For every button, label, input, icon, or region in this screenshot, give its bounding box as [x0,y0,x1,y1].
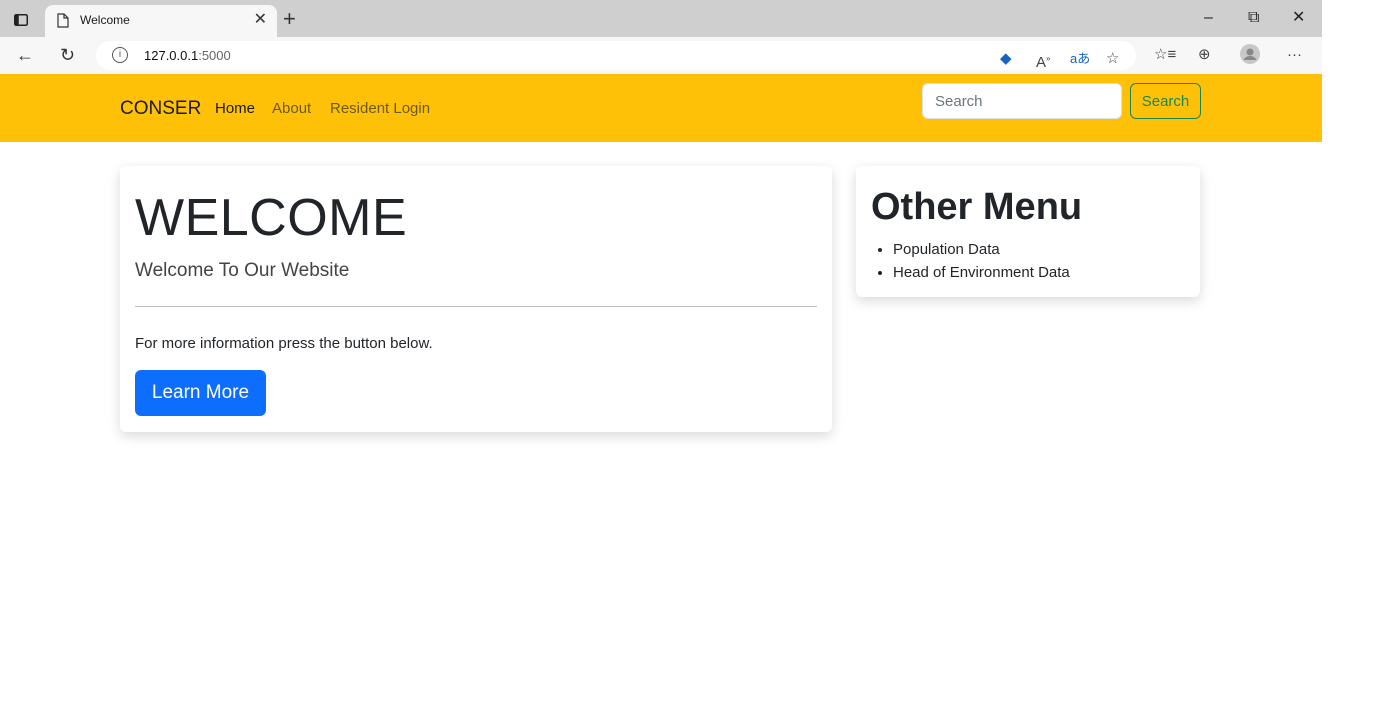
favorite-add-icon[interactable]: ☆ [1106,50,1119,68]
info-text: For more information press the button be… [135,335,433,352]
info-icon[interactable]: i [112,47,128,63]
url-text: 127.0.0.1:5000 [144,48,231,63]
menu-item-population-data[interactable]: Population Data [893,238,1070,261]
tag-icon[interactable]: ◆ [1000,50,1012,68]
other-menu-card: Other Menu Population Data Head of Envir… [856,166,1200,297]
more-icon[interactable]: ··· [1287,46,1302,64]
plus-icon[interactable]: + [283,8,296,30]
browser-tab[interactable]: Welcome ✕ [45,5,277,37]
search-input[interactable] [922,83,1122,119]
profile-icon[interactable] [1240,44,1260,69]
page-icon [57,13,69,33]
refresh-icon[interactable]: ↻ [60,45,75,65]
minimize-icon[interactable]: – [1204,8,1213,28]
address-bar[interactable]: i 127.0.0.1:5000 ◆ A» aあ ☆ [96,41,1136,72]
favorites-icon[interactable]: ☆≡ [1154,46,1176,64]
tab-strip: Welcome ✕ + – ⧉ ✕ [0,0,1322,37]
nav-link-home[interactable]: Home [215,100,255,117]
other-menu-title: Other Menu [871,186,1083,228]
browser-toolbar: ← ↻ i 127.0.0.1:5000 ◆ A» aあ ☆ ☆≡ ⊕ ··· [0,37,1322,75]
back-icon[interactable]: ← [16,45,34,65]
brand-logo[interactable]: CONSER [120,98,201,120]
close-icon[interactable]: ✕ [254,10,267,30]
restore-icon[interactable]: ⧉ [1248,8,1259,28]
divider [135,306,817,307]
url-host: 127.0.0.1 [144,48,199,63]
url-port: :5000 [198,48,231,63]
search-button[interactable]: Search [1130,83,1201,119]
welcome-heading: WELCOME [135,189,408,247]
menu-item-head-of-environment-data[interactable]: Head of Environment Data [893,261,1070,284]
nav-link-about[interactable]: About [272,100,311,117]
learn-more-button[interactable]: Learn More [135,370,266,416]
collections-icon[interactable]: ⊕ [1198,46,1211,64]
tab-actions-icon[interactable] [8,7,34,33]
site-navbar: CONSER Home About Resident Login Search [0,74,1322,142]
welcome-lead: Welcome To Our Website [135,260,350,281]
other-menu-list: Population Data Head of Environment Data [871,238,1070,284]
browser-window: Welcome ✕ + – ⧉ ✕ ← ↻ i 127.0.0.1:5000 ◆… [0,0,1322,711]
nav-link-resident-login[interactable]: Resident Login [330,100,430,117]
translate-icon[interactable]: aあ [1070,50,1090,68]
welcome-card: WELCOME Welcome To Our Website For more … [120,166,832,432]
read-aloud-icon[interactable]: A» [1036,50,1050,72]
close-window-icon[interactable]: ✕ [1292,8,1305,28]
tab-title: Welcome [80,13,130,27]
